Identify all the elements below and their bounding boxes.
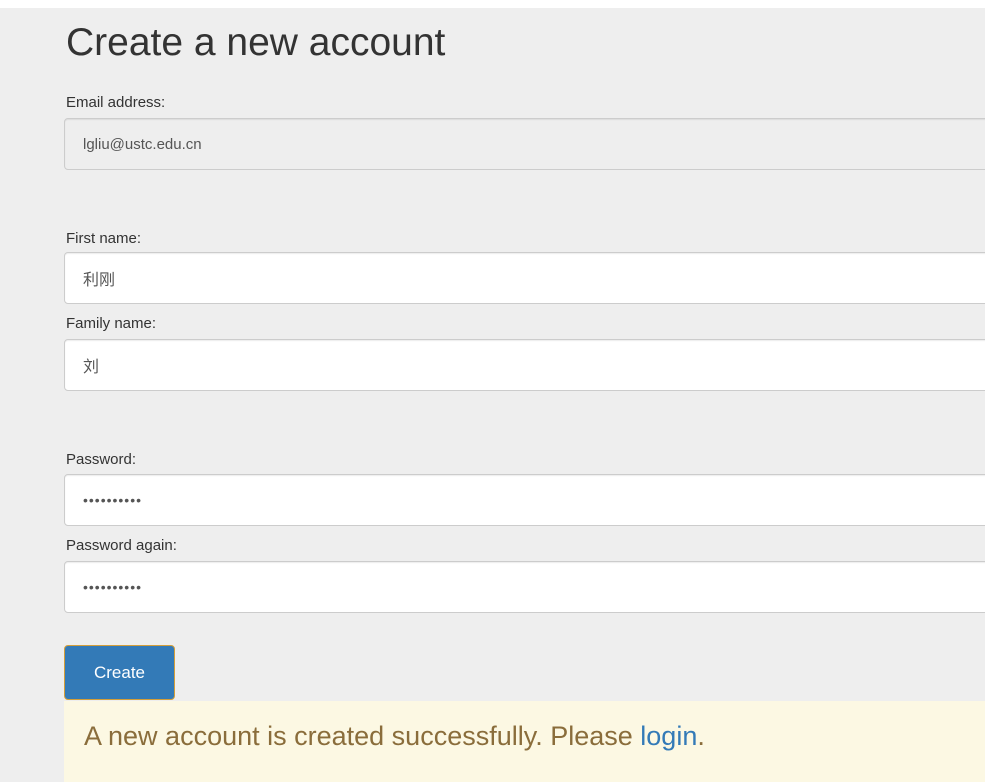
email-field[interactable] [64, 118, 985, 170]
email-label: Email address: [66, 94, 166, 111]
first-name-field[interactable] [64, 252, 985, 304]
password-label: Password: [66, 451, 137, 468]
password-again-field[interactable] [64, 561, 985, 613]
password-field[interactable] [64, 474, 985, 526]
create-button[interactable]: Create [64, 645, 175, 700]
page-title: Create a new account [66, 21, 446, 64]
login-link[interactable]: login [640, 721, 697, 751]
family-name-label: Family name: [66, 315, 157, 332]
alert-message: A new account is created successfully. P… [84, 721, 641, 751]
alert-suffix: . [697, 721, 705, 751]
success-alert: A new account is created successfully. P… [64, 701, 985, 782]
password-again-label: Password again: [66, 537, 177, 554]
first-name-label: First name: [66, 230, 142, 247]
family-name-field[interactable] [64, 339, 985, 391]
